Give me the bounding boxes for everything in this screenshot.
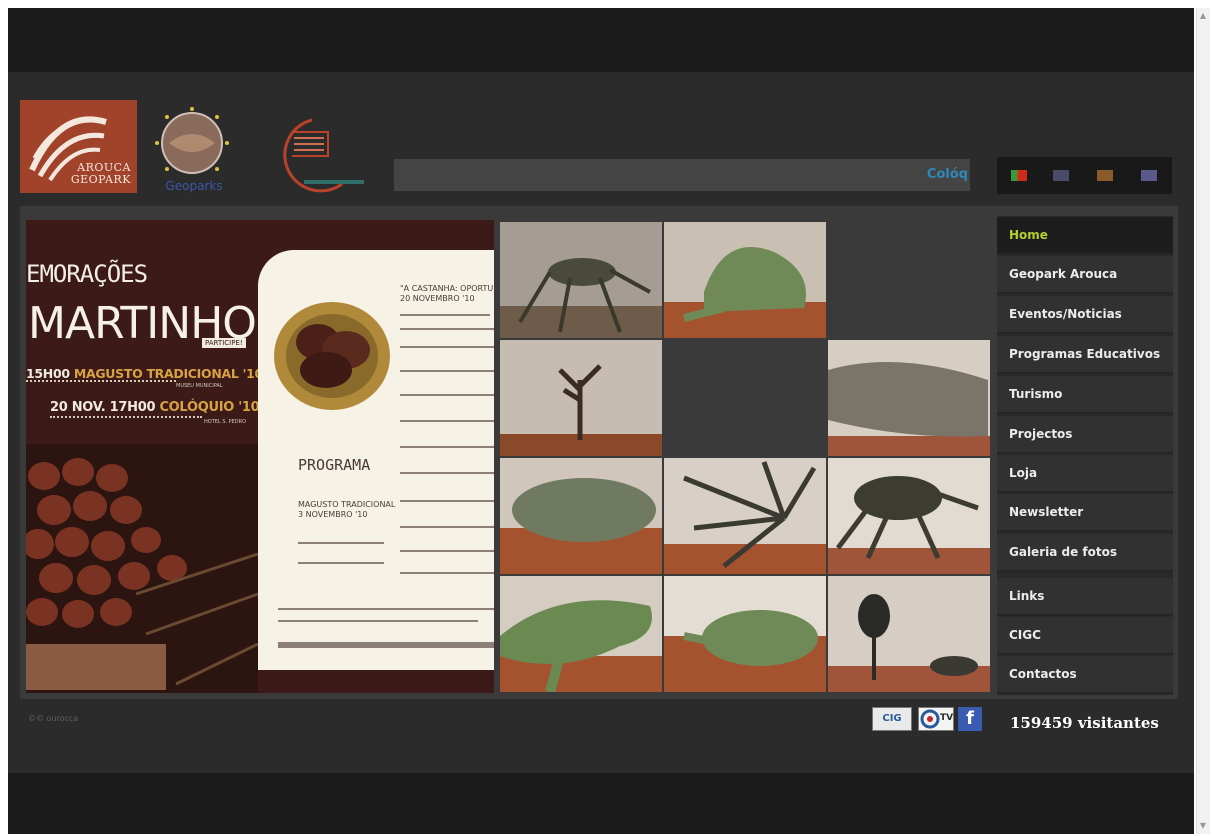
gallery-photo-amphibian-1[interactable] xyxy=(500,576,662,692)
leaflet-text-line xyxy=(400,328,494,330)
geoparks-logo-text: Geoparks xyxy=(165,179,223,193)
scroll-down-icon[interactable]: ▼ xyxy=(1199,822,1207,830)
cig-logo[interactable] xyxy=(254,112,374,194)
leaflet-magusto: MAGUSTO TRADICIONAL 3 NOVEMBRO '10 xyxy=(298,500,396,519)
gallery-photo-trilobite[interactable] xyxy=(500,458,662,574)
arouca-geopark-logo[interactable]: AROUCA GEOPARK xyxy=(20,100,137,193)
menu-item-eventos-noticias[interactable]: Eventos/Noticias xyxy=(997,296,1173,334)
cig-badge[interactable]: CIG xyxy=(872,707,912,731)
poster-divider xyxy=(50,416,202,418)
leaflet-text-line xyxy=(278,608,494,610)
sao-martinho-poster[interactable]: EMORAÇÕES MARTINHO PARTICIPE! 15H00 MAGU… xyxy=(26,220,494,693)
leaflet-text-line xyxy=(400,472,494,474)
news-ticker-text[interactable]: Colóq xyxy=(927,167,968,182)
footer-credits: ©© ourocca xyxy=(28,714,79,723)
gallery-photo-tree-fossil[interactable] xyxy=(500,340,662,456)
leaflet-text-line xyxy=(400,572,494,574)
globe-icon xyxy=(155,107,229,174)
leaflet-text-line xyxy=(400,420,494,422)
menu-item-newsletter[interactable]: Newsletter xyxy=(997,494,1173,532)
leaflet-text-line xyxy=(400,346,494,348)
leaflet-sponsor-logos xyxy=(278,642,494,648)
flag-en-icon[interactable] xyxy=(1053,170,1069,181)
facebook-icon[interactable]: f xyxy=(958,707,982,731)
poster-coloquio-line: 20 NOV. 17H00 COLÓQUIO '10 xyxy=(50,400,260,415)
gallery-photo-insect[interactable] xyxy=(500,222,662,338)
news-ticker-bar[interactable]: Colóq xyxy=(394,159,970,191)
gallery-photo-crinoid[interactable] xyxy=(664,458,826,574)
poster-magusto-line: 15H00 MAGUSTO TRADICIONAL '10 xyxy=(26,366,263,381)
poster-headline-1: EMORAÇÕES xyxy=(26,260,148,288)
leaflet-programa: PROGRAMA xyxy=(298,456,371,474)
european-geoparks-logo[interactable]: Geoparks xyxy=(147,103,237,193)
menu-item-galeria-de-fotos[interactable]: Galeria de fotos xyxy=(997,534,1173,572)
leaflet-text-line xyxy=(400,500,494,502)
flag-es-icon[interactable] xyxy=(1097,170,1113,181)
photo-gallery-grid xyxy=(500,222,992,692)
gallery-photo-fish-head[interactable] xyxy=(828,340,990,456)
leaflet-text-line xyxy=(278,620,478,622)
tv-badge-label: TV xyxy=(940,713,954,723)
menu-item-programas-educativos[interactable]: Programas Educativos xyxy=(997,336,1173,374)
vertical-scrollbar[interactable] xyxy=(1196,8,1210,834)
gallery-photo-dimetrodon[interactable] xyxy=(664,222,826,338)
poster-coloquio-place: HOTEL S. PEDRO xyxy=(204,419,247,425)
leaflet-text-line xyxy=(298,542,384,544)
gallery-photo-scorpion[interactable] xyxy=(828,458,990,574)
menu-item-contactos[interactable]: Contactos xyxy=(997,656,1173,694)
menu-item-links[interactable]: Links xyxy=(997,578,1173,616)
cig-swirl-icon xyxy=(283,118,364,193)
menu-item-geopark-arouca[interactable]: Geopark Arouca xyxy=(997,256,1173,294)
flag-fr-icon[interactable] xyxy=(1141,170,1157,181)
poster-magusto-place: MUSEU MUNICIPAL xyxy=(176,383,223,389)
menu-item-loja[interactable]: Loja xyxy=(997,455,1173,493)
visitor-counter: 159459 visitantes xyxy=(1010,714,1159,732)
chestnuts-image xyxy=(26,444,258,693)
top-bar xyxy=(8,8,1194,72)
menu-item-cigc[interactable]: CIGC xyxy=(997,617,1173,655)
gallery-photo-amphibian-2[interactable] xyxy=(664,576,826,692)
chestnut-burr-icon xyxy=(274,302,390,410)
leaflet-castanha: "A CASTANHA: OPORTUN 20 NOVEMBRO '10 xyxy=(400,284,494,303)
menu-item-projectos[interactable]: Projectos xyxy=(997,416,1173,454)
tv-badge[interactable]: TV xyxy=(918,707,954,731)
leaflet-text-line xyxy=(400,550,494,552)
menu-item-turismo[interactable]: Turismo xyxy=(997,376,1173,414)
gallery-photo-stand-fossil[interactable] xyxy=(828,576,990,692)
leaflet-text-line xyxy=(298,562,384,564)
scroll-up-icon[interactable]: ▲ xyxy=(1199,12,1207,20)
poster-participe: PARTICIPE! xyxy=(202,338,246,348)
flag-pt-icon[interactable] xyxy=(1011,170,1027,181)
poster-divider xyxy=(26,380,176,382)
main-navigation-menu: Home Geopark Arouca Eventos/Noticias Pro… xyxy=(997,216,1173,695)
language-selector xyxy=(997,157,1172,194)
bottom-bar xyxy=(8,773,1194,834)
leaflet-text-line xyxy=(400,526,494,528)
menu-item-home[interactable]: Home xyxy=(997,217,1173,255)
leaflet-text-line xyxy=(400,446,494,448)
leaflet-text-line xyxy=(400,394,494,396)
leaflet-text-line xyxy=(400,370,494,372)
arouca-logo-text: AROUCA GEOPARK xyxy=(70,161,131,186)
leaflet-text-line xyxy=(400,314,490,316)
programme-leaflet: PROGRAMA MAGUSTO TRADICIONAL 3 NOVEMBRO … xyxy=(258,250,494,670)
